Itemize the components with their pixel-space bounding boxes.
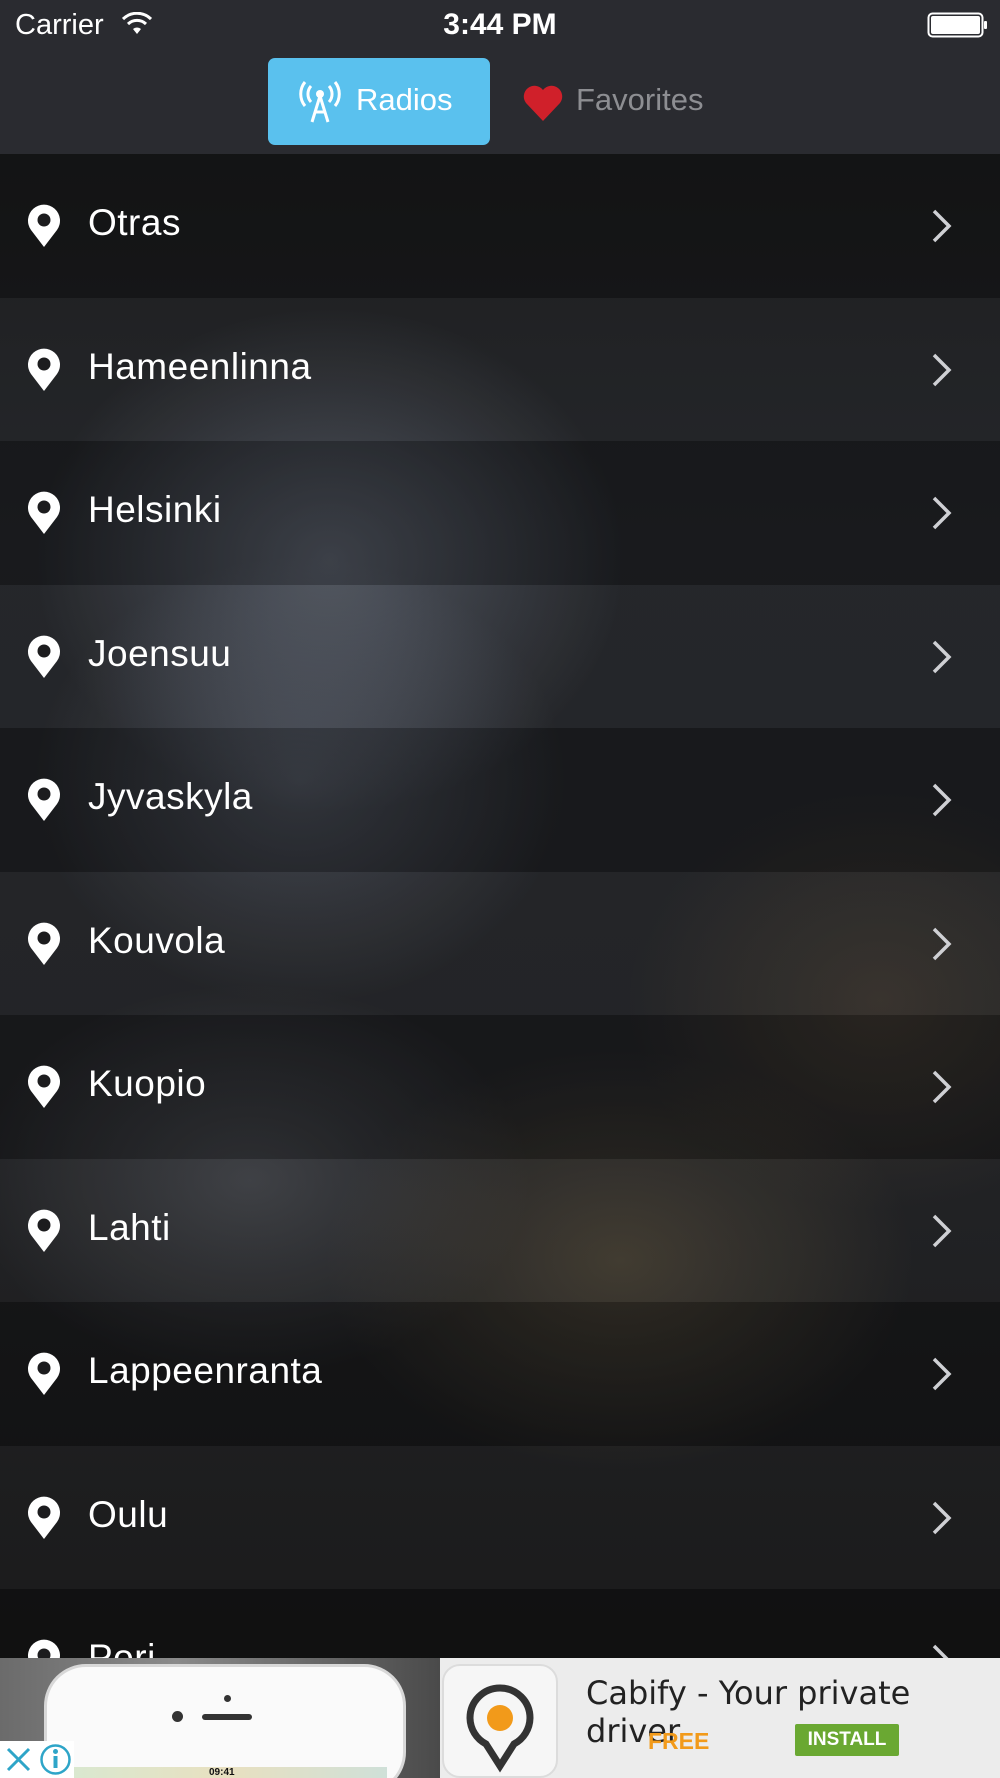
ad-install-button[interactable]: INSTALL	[795, 1724, 899, 1756]
list-item[interactable]: Jyvaskyla	[0, 728, 1000, 872]
list-item-label: Hameenlinna	[88, 345, 312, 387]
ad-phone-image: 09:41	[44, 1664, 406, 1778]
list-item-label: Otras	[88, 202, 181, 243]
chevron-right-icon	[930, 208, 954, 249]
chevron-right-icon	[930, 782, 954, 823]
list-item[interactable]: Lappeenranta	[0, 1302, 1000, 1446]
list-item-label: Lahti	[88, 1206, 171, 1248]
app-screen: Carrier 3:44 PM Radios Favorites Otras H…	[0, 0, 1000, 1778]
chevron-right-icon	[930, 639, 954, 680]
list-item-label: Jyvaskyla	[88, 776, 253, 817]
tab-radios-label: Radios	[356, 82, 453, 117]
list-item[interactable]: Oulu	[0, 1446, 1000, 1590]
city-list: Otras Hameenlinna Helsinki Joensuu Jyvaskyla…	[0, 154, 1000, 1733]
phone-camera	[172, 1711, 183, 1722]
list-item[interactable]: Joensuu	[0, 585, 1000, 729]
list-item-label: Helsinki	[88, 489, 222, 530]
list-item[interactable]: Hameenlinna	[0, 298, 1000, 442]
tab-radios[interactable]: Radios	[268, 58, 490, 145]
status-bar: Carrier 3:44 PM	[0, 0, 1000, 50]
chevron-right-icon	[930, 495, 954, 536]
list-item[interactable]: Otras	[0, 154, 1000, 298]
list-item[interactable]: Kuopio	[0, 1015, 1000, 1159]
chevron-right-icon	[930, 1213, 954, 1254]
pin-icon	[26, 1209, 62, 1258]
cabify-logo-icon	[466, 1684, 534, 1773]
ad-info-icon[interactable]	[37, 1741, 74, 1778]
list-item-label: Oulu	[88, 1493, 169, 1535]
tab-favorites-label: Favorites	[576, 82, 704, 117]
phone-sensor	[224, 1695, 231, 1702]
list-item[interactable]: Kouvola	[0, 872, 1000, 1016]
list-item-label: Kuopio	[88, 1063, 207, 1104]
phone-screen-time: 09:41	[209, 1767, 235, 1778]
list-item[interactable]: Lahti	[0, 1159, 1000, 1303]
chevron-right-icon	[930, 1069, 954, 1110]
phone-speaker	[202, 1714, 252, 1720]
pin-icon	[26, 348, 62, 397]
battery-icon	[927, 12, 989, 43]
antenna-icon	[298, 80, 342, 129]
pin-icon	[26, 1496, 62, 1545]
heart-icon	[522, 84, 564, 127]
pin-icon	[26, 204, 62, 253]
ad-app-icon	[442, 1664, 558, 1778]
chevron-right-icon	[930, 352, 954, 393]
tab-bar: Radios Favorites	[0, 50, 1000, 154]
list-item[interactable]: Helsinki	[0, 441, 1000, 585]
list-item-label: Lappeenranta	[88, 1350, 323, 1391]
ad-banner[interactable]: 09:41 Cabify - Your private driver FREE …	[0, 1658, 1000, 1778]
pin-icon	[26, 1065, 62, 1114]
chevron-right-icon	[930, 1356, 954, 1397]
pin-icon	[26, 922, 62, 971]
chevron-right-icon	[930, 1500, 954, 1541]
ad-price: FREE	[648, 1728, 710, 1754]
status-time: 3:44 PM	[443, 8, 557, 41]
pin-icon	[26, 491, 62, 540]
pin-icon	[26, 1352, 62, 1401]
tab-favorites[interactable]: Favorites	[510, 58, 710, 145]
ad-close-icon[interactable]	[0, 1741, 37, 1778]
list-item-label: Kouvola	[88, 919, 226, 961]
list-item-label: Joensuu	[88, 632, 232, 674]
pin-icon	[26, 778, 62, 827]
phone-screen: 09:41	[69, 1767, 387, 1778]
chevron-right-icon	[930, 926, 954, 967]
pin-icon	[26, 635, 62, 684]
